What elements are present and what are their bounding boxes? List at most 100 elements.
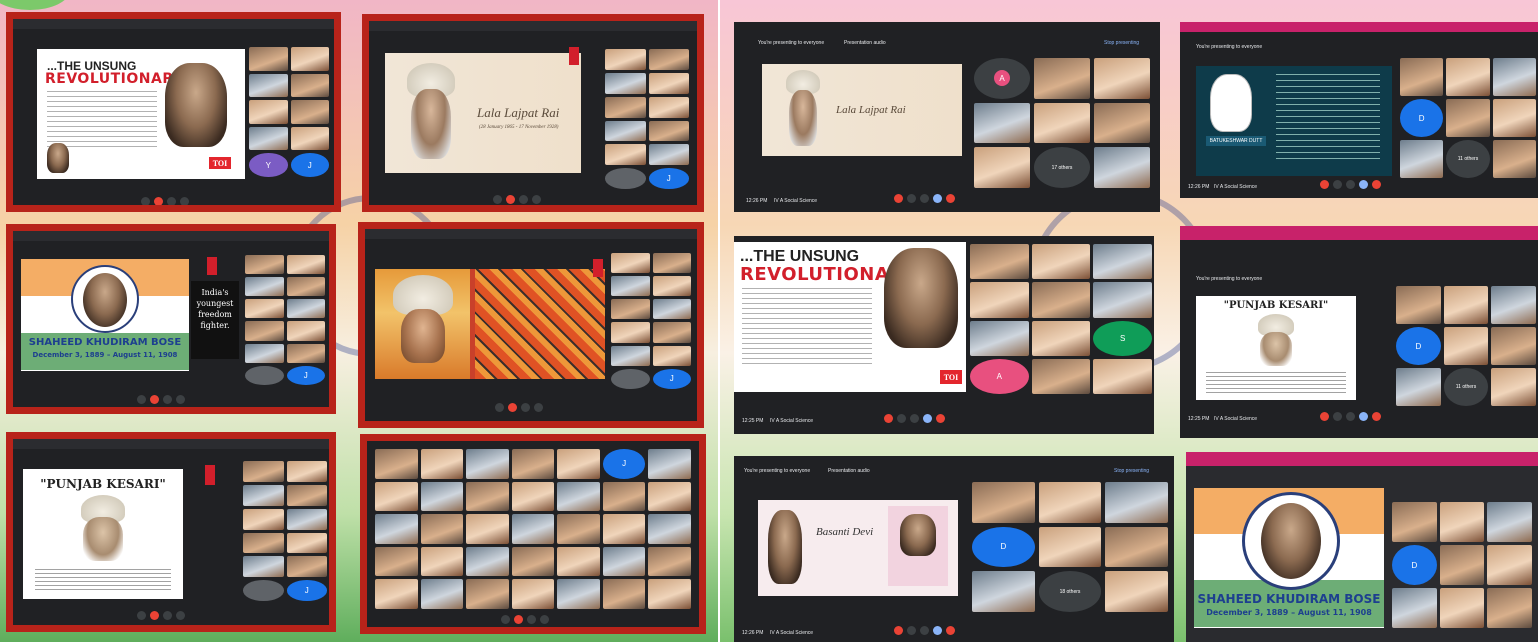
end-call-button[interactable] (150, 395, 159, 404)
portrait-frame (71, 265, 139, 333)
caption-line: freedom (198, 310, 232, 319)
presenting-label: You're presenting to everyone (1196, 276, 1263, 282)
presenting-label: You're presenting to everyone (744, 468, 811, 474)
presenting-label: You're presenting to everyone (1196, 44, 1263, 50)
presentation-audio-label: Presentation audio (844, 40, 886, 46)
meet-window-basanti: You're presenting to everyone Presentati… (734, 456, 1174, 642)
end-call-button[interactable] (514, 615, 523, 624)
participant-grid: J (611, 253, 691, 389)
red-bookmark (205, 465, 215, 485)
presenting-label: You're presenting to everyone (758, 40, 825, 46)
avatar: A (970, 358, 1029, 394)
avatar: D (1400, 99, 1444, 137)
slide-lala: Lala Lajpat Rai (28 January 1865 - 17 No… (385, 53, 581, 173)
participant-grid: J (243, 461, 327, 601)
others-count: 18 others (1038, 571, 1102, 612)
meet-window-lala: You're presenting to everyone Presentati… (734, 22, 1160, 212)
slide-basanti: Basanti Devi (758, 500, 958, 596)
end-call-button[interactable] (1372, 180, 1381, 189)
portrait-dutt (165, 63, 227, 147)
participant-grid: YJ (249, 47, 329, 177)
slide-khudiram-name: SHAHEED KHUDIRAM BOSE (28, 337, 182, 348)
end-call-button[interactable] (946, 626, 955, 635)
slide-khudiram-name: SHAHEED KHUDIRAM BOSE (1197, 592, 1381, 606)
decorative-leaf (0, 0, 70, 10)
slide-title-line2: REVOLUTIONARY (45, 71, 184, 87)
left-collage: ...THE UNSUNG REVOLUTIONARY TOI YJ Lala … (0, 0, 718, 642)
meeting-name: IV A Social Science (1214, 416, 1258, 422)
presentation-audio-label: Presentation audio (828, 468, 870, 474)
meet-tile-kesari: "PUNJAB KESARI" J (6, 432, 336, 632)
end-call-button[interactable] (1372, 412, 1381, 421)
others-count: 17 others (1034, 147, 1090, 188)
meeting-time: 12:25 PM (742, 418, 764, 424)
avatar: D (972, 526, 1035, 568)
slide-khudiram-dates: December 3, 1889 – August 11, 1908 (1206, 608, 1372, 617)
participant-grid: J (245, 255, 325, 385)
meeting-time: 12:26 PM (1188, 184, 1210, 190)
end-call-button[interactable] (508, 403, 517, 412)
meeting-name: IV A Social Science (770, 418, 814, 424)
meet-tile-painting: J (358, 222, 704, 428)
band-painting (475, 269, 605, 379)
meeting-name: IV A Social Science (1214, 184, 1258, 190)
slide-dutt-name: BATUKESHWAR DUTT (1206, 136, 1266, 146)
meeting-name: IV A Social Science (774, 198, 818, 204)
red-bookmark (569, 47, 579, 65)
participant-gallery: J (375, 449, 691, 609)
slide-painting (375, 269, 605, 379)
caption-line: fighter. (200, 321, 230, 330)
toi-logo: TOI (940, 370, 962, 384)
slide-basanti-name: Basanti Devi (816, 526, 874, 538)
end-call-button[interactable] (150, 611, 159, 620)
meet-window-kesari: You're presenting to everyone "PUNJAB KE… (1180, 226, 1538, 438)
slide-body-text (47, 91, 157, 151)
slide-lala-dates: (28 January 1865 - 17 November 1928) (479, 125, 559, 130)
meet-tile-unsung: ...THE UNSUNG REVOLUTIONARY TOI YJ (6, 12, 341, 212)
slide-kesari-small: "PUNJAB KESARI" (1196, 296, 1356, 400)
meeting-time: 12:25 PM (1188, 416, 1210, 422)
others-count: 11 others (1443, 368, 1489, 406)
participant-grid: J (605, 49, 689, 189)
avatar: S (1093, 320, 1152, 356)
toi-logo: TOI (209, 157, 231, 169)
slide-unsung: ...THE UNSUNG REVOLUTIONARY TOI (37, 49, 245, 179)
slide-kesari-title: "PUNJAB KESARI" (1223, 300, 1329, 311)
stop-presenting-button[interactable]: Stop presenting (1104, 40, 1139, 46)
slide-lala-name: Lala Lajpat Rai (836, 104, 906, 116)
end-call-button[interactable] (154, 197, 163, 205)
avatar: D (1396, 327, 1441, 365)
caption-line: youngest (196, 299, 234, 308)
participant-grid: D (1392, 502, 1532, 628)
avatar: D (1392, 545, 1437, 585)
meet-window-dutt: You're presenting to everyone BATUKESHWA… (1180, 22, 1538, 198)
slide-kesari-quote (35, 569, 171, 593)
meet-tile-lala: Lala Lajpat Rai (28 January 1865 - 17 No… (362, 14, 704, 212)
meet-window-khudiram: SHAHEED KHUDIRAM BOSE December 3, 1889 –… (1186, 452, 1538, 642)
slide-lala-small: Lala Lajpat Rai (762, 64, 962, 156)
meeting-time: 12:26 PM (746, 198, 768, 204)
participant-grid: D 18 others (972, 482, 1168, 612)
participant-grid: D 11 others (1400, 58, 1536, 178)
avatar: A (994, 70, 1010, 87)
slide-khudiram: SHAHEED KHUDIRAM BOSE December 3, 1889 –… (21, 259, 189, 371)
meet-window-unsung: ...THE UNSUNG REVOLUTIONARY TOI S A 12:2… (734, 236, 1154, 434)
stop-presenting-button[interactable]: Stop presenting (1114, 468, 1149, 474)
slide-unsung-large: ...THE UNSUNG REVOLUTIONARY TOI (734, 242, 966, 392)
end-call-button[interactable] (506, 195, 515, 204)
meet-tile-khudiram: SHAHEED KHUDIRAM BOSE December 3, 1889 –… (6, 224, 336, 414)
caption-box: India's youngest freedom fighter. (191, 281, 239, 359)
slide-khudiram-dates: December 3, 1889 – August 11, 1908 (32, 351, 178, 359)
end-call-button[interactable] (946, 194, 955, 203)
others-count: 11 others (1446, 140, 1490, 178)
slide-kesari: "PUNJAB KESARI" (23, 469, 183, 599)
red-bookmark (593, 259, 603, 277)
portrait-lala (411, 89, 451, 159)
end-call-button[interactable] (936, 414, 945, 423)
slide-kesari-title: "PUNJAB KESARI" (40, 477, 166, 491)
participant-grid: S A (970, 244, 1152, 394)
meeting-name: IV A Social Science (770, 630, 814, 636)
right-collage: You're presenting to everyone Presentati… (720, 0, 1538, 642)
portrait-bhagat (47, 143, 69, 173)
slide-dutt: BATUKESHWAR DUTT (1196, 66, 1392, 176)
